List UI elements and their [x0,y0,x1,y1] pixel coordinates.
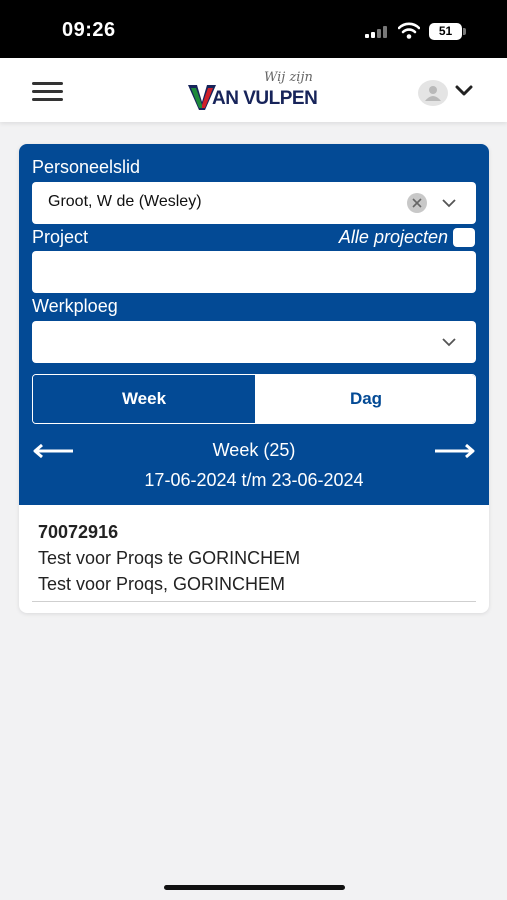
project-location: Test voor Proqs, GORINCHEM [38,574,286,594]
werkploeg-select[interactable] [32,321,476,363]
week-toggle-button[interactable]: Week [33,375,255,423]
battery-tip [463,28,466,35]
home-indicator[interactable] [164,885,345,890]
cellular-signal-icon [365,26,389,38]
project-description: Test voor Proqs te GORINCHEM [38,548,301,568]
week-dag-toggle: Week Dag [32,374,476,424]
project-input[interactable] [32,251,476,293]
clear-x-icon[interactable] [407,193,427,213]
user-avatar-icon [418,80,448,106]
week-number-label: Week (25) [212,440,296,460]
status-time: 09:26 [62,19,116,41]
list-item[interactable]: 70072916 Test voor Proqs te GORINCHEM Te… [38,522,458,595]
logo-text: AN VULPEN [212,88,318,109]
alle-projecten-checkbox[interactable] [453,228,475,247]
wifi-icon [398,22,420,39]
date-range-label: 17-06-2024 t/m 23-06-2024 [144,470,364,490]
van-vulpen-logo: Wij zijn AN VULPEN [188,70,323,114]
battery-icon: 51 [429,23,462,40]
project-label: Project [32,227,89,247]
werkploeg-label: Werkploeg [32,296,118,316]
arrow-right-icon[interactable] [434,443,476,459]
personeelslid-select[interactable]: Groot, W de (Wesley) [32,182,476,224]
filter-panel: Personeelslid Groot, W de (Wesley) Proje… [19,144,489,505]
user-menu[interactable] [418,80,478,106]
personeelslid-label: Personeelslid [32,157,141,177]
personeelslid-value: Groot, W de (Wesley) [48,193,202,210]
chevron-down-icon[interactable] [441,198,457,208]
hamburger-menu-icon[interactable] [32,82,63,102]
app-header: Wij zijn AN VULPEN [0,58,507,122]
alle-projecten-label: Alle projecten [338,227,448,247]
planning-card: Personeelslid Groot, W de (Wesley) Proje… [19,144,489,613]
chevron-down-icon [455,85,473,96]
project-number: 70072916 [38,522,119,542]
divider [32,601,476,602]
chevron-down-icon[interactable] [441,337,457,347]
logo-tagline: Wij zijn [264,70,313,85]
dag-toggle-button[interactable]: Dag [255,375,475,423]
status-bar: 09:26 51 [0,0,507,58]
